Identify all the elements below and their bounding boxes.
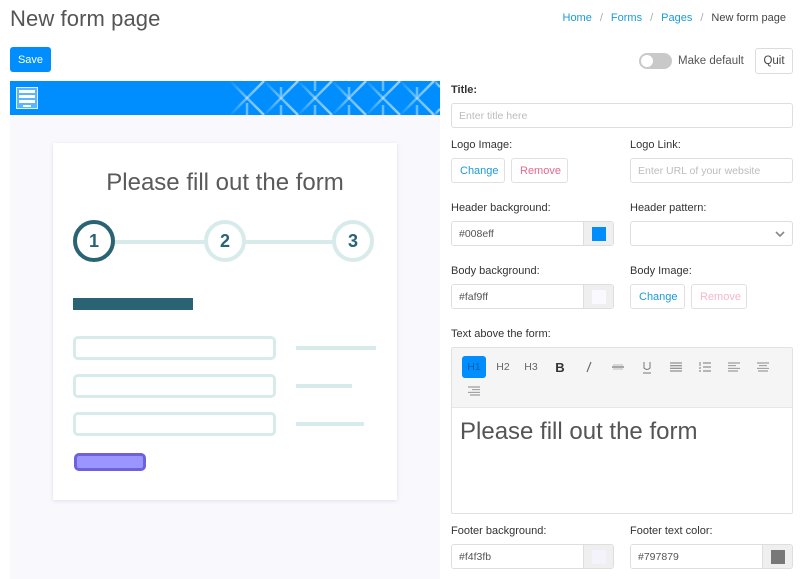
color-swatch-icon [591,549,606,564]
footer-bg-value[interactable]: #f4f3fb [452,545,583,568]
title-input[interactable] [451,103,793,128]
bold-button[interactable]: B [548,356,572,378]
field-placeholder [73,374,276,398]
footer-bg-color-input[interactable]: #f4f3fb [451,544,614,569]
align-right-icon [468,386,480,396]
editor-toolbar: H1 H2 H3 B [452,348,792,408]
bullet-list-button[interactable] [664,356,688,378]
footer-bg-label: Footer background: [451,525,547,537]
step-1: 1 [73,220,115,262]
breadcrumb-home[interactable]: Home [563,12,592,24]
quit-button[interactable]: Quit [755,48,793,74]
section-heading-placeholder [73,298,193,310]
h2-button[interactable]: H2 [491,356,515,378]
breadcrumb-separator: / [650,12,654,24]
editor-content[interactable]: Please fill out the form [460,418,697,446]
color-swatch-icon [770,549,785,564]
field-placeholder [73,412,276,436]
label-placeholder [296,346,376,350]
body-bg-color-input[interactable]: #faf9ff [451,284,614,309]
body-bg-value[interactable]: #faf9ff [452,285,583,308]
breadcrumb-current: New form page [711,12,786,24]
color-swatch-icon [591,289,606,304]
breadcrumb-separator: / [700,12,704,24]
header-pattern-label: Header pattern: [630,202,707,214]
form-card: Please fill out the form 1 2 3 [53,143,397,500]
preview-header [10,81,440,115]
page-title: New form page [10,6,161,31]
strikethrough-icon [612,364,624,370]
breadcrumb: Home / Forms / Pages / New form page [563,12,787,24]
footer-text-color-label: Footer text color: [630,525,713,537]
footer-text-color-value[interactable]: #797879 [631,545,762,568]
rich-text-editor: H1 H2 H3 B Please fill out the form [451,347,793,514]
numbered-list-icon [699,362,711,372]
underline-icon [643,361,651,373]
footer-bg-swatch-button[interactable] [583,545,613,568]
underline-button[interactable] [635,356,659,378]
logo-link-input[interactable] [630,158,793,183]
numbered-list-button[interactable] [693,356,717,378]
h1-button[interactable]: H1 [462,356,486,378]
card-title: Please fill out the form [106,169,344,196]
h3-button[interactable]: H3 [519,356,543,378]
form-logo-icon [16,87,38,109]
submit-button-placeholder [74,453,146,471]
step-3: 3 [332,220,374,262]
logo-link-label: Logo Link: [630,139,681,151]
header-bg-swatch-button[interactable] [583,222,613,245]
label-placeholder [296,422,364,426]
header-bg-color-input[interactable]: #008eff [451,221,614,246]
step-2: 2 [204,220,246,262]
logo-remove-button[interactable]: Remove [511,158,568,183]
align-center-button[interactable] [751,356,775,378]
align-left-button[interactable] [722,356,746,378]
label-placeholder [296,384,352,388]
toggle-knob [641,55,653,67]
make-default-label: Make default [678,55,744,67]
breadcrumb-pages[interactable]: Pages [661,12,692,24]
header-bg-label: Header background: [451,202,551,214]
save-button[interactable]: Save [10,47,51,72]
text-above-label: Text above the form: [451,328,551,340]
field-placeholder [73,336,276,360]
chevron-down-icon [775,231,785,238]
footer-text-color-input[interactable]: #797879 [630,544,793,569]
color-swatch-icon [591,226,606,241]
breadcrumb-forms[interactable]: Forms [611,12,642,24]
body-bg-label: Body background: [451,265,540,277]
align-right-button[interactable] [462,380,486,402]
body-remove-button[interactable]: Remove [691,284,747,309]
body-bg-swatch-button[interactable] [583,285,613,308]
header-bg-value[interactable]: #008eff [452,222,583,245]
italic-icon [586,361,592,373]
title-label: Title: [451,84,478,96]
make-default-toggle[interactable] [639,53,672,69]
align-center-icon [757,362,769,372]
make-default-toggle-group: Make default [639,53,744,69]
header-pattern-icon [230,81,440,115]
step-connector [243,240,336,244]
body-image-label: Body Image: [630,265,692,277]
body-change-button[interactable]: Change [630,284,685,309]
italic-button[interactable] [577,356,601,378]
header-pattern-select[interactable] [630,221,793,246]
bullet-list-icon [670,362,682,372]
align-left-icon [728,362,740,372]
form-preview: Please fill out the form 1 2 3 [10,81,440,579]
strikethrough-button[interactable] [606,356,630,378]
step-indicator: 1 2 3 [73,220,378,264]
footer-text-swatch-button[interactable] [762,545,792,568]
logo-change-button[interactable]: Change [451,158,505,183]
breadcrumb-separator: / [599,12,603,24]
logo-image-label: Logo Image: [451,139,513,151]
step-connector [113,240,206,244]
